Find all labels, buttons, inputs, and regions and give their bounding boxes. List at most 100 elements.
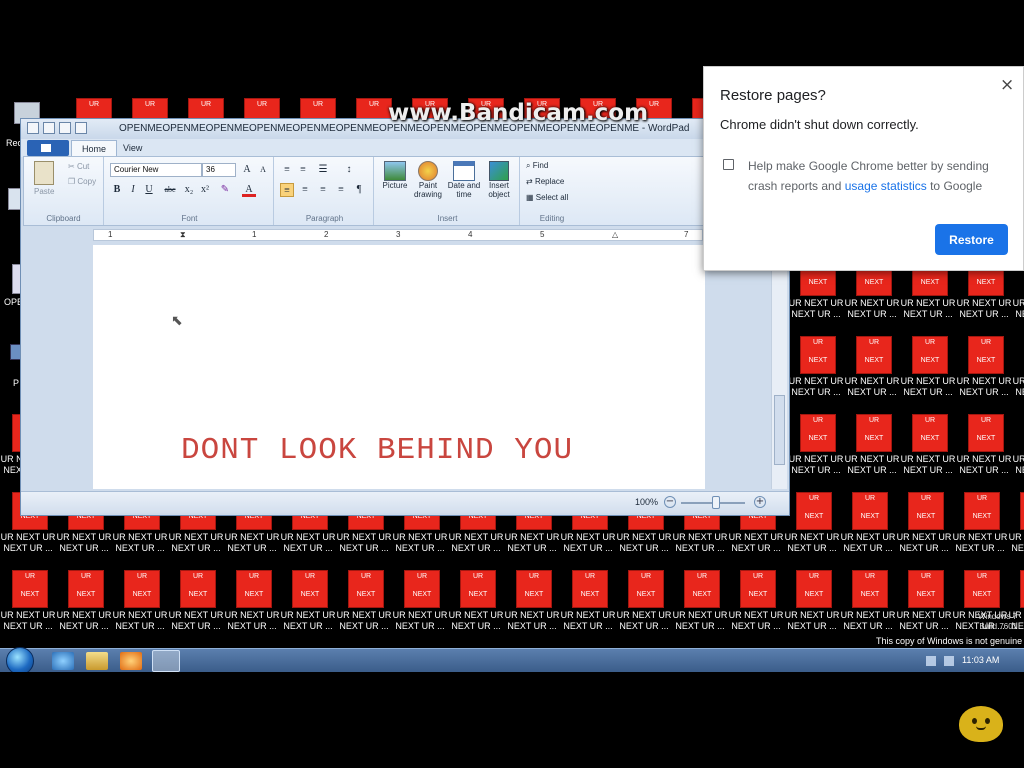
paint-drawing-button[interactable]: Paint drawing — [412, 161, 444, 199]
mascot-icon — [959, 706, 1003, 742]
wordpad-window[interactable]: OPENMEOPENMEOPENMEOPENMEOPENMEOPENMEOPEN… — [20, 118, 790, 516]
subscript-button[interactable]: x₂ — [182, 183, 196, 197]
font-color-icon[interactable]: A — [242, 183, 256, 197]
clock[interactable]: 11:03 AM — [962, 655, 999, 665]
desktop-icon[interactable]: URNEXTUR NEXT URNEXT UR ... — [785, 492, 839, 562]
desktop-icon[interactable]: URNEXTUR NEXT URNEXT UR ... — [505, 570, 559, 640]
bold-button[interactable]: B — [110, 183, 124, 197]
font-family-select[interactable]: Courier New — [110, 163, 202, 177]
desktop-icon[interactable]: URNEXTUR NEXT URNEXT UR ... — [729, 570, 783, 640]
desktop-icon[interactable]: URNEXTUR NEXT URNEXT UR ... — [841, 492, 895, 562]
network-icon[interactable] — [926, 656, 936, 666]
cut-button[interactable]: ✂ Cut — [68, 162, 89, 171]
desktop-icon[interactable]: URNEXTUR NEXT URNEXT UR ... — [957, 336, 1011, 406]
media-player-icon[interactable] — [120, 652, 142, 670]
wordpad-taskbar-button[interactable] — [152, 650, 180, 672]
line-spacing-icon[interactable]: ↕ — [342, 163, 356, 177]
desktop-icon[interactable]: URNEXTUR NEXT URNEXT UR ... — [953, 492, 1007, 562]
desktop-icon[interactable]: URNEXTUR NEXT URNEXT UR ... — [1013, 336, 1024, 406]
status-bar: 100% − + — [21, 491, 789, 513]
select-all-button[interactable]: ▦ Select all — [526, 193, 568, 202]
underline-button[interactable]: U — [142, 183, 156, 197]
undo-icon[interactable] — [59, 122, 71, 134]
icon-caption-line: UR NEXT UR — [224, 532, 280, 542]
restore-button[interactable]: Restore — [935, 224, 1008, 255]
font-size-select[interactable]: 36 — [202, 163, 236, 177]
align-right-icon[interactable]: ≡ — [316, 183, 330, 197]
icon-caption-line: NEXT UR ... — [1015, 465, 1024, 475]
paragraph-icon[interactable]: ¶ — [352, 183, 366, 197]
icon-caption-line: UR NEXT UR — [952, 532, 1008, 542]
highlight-icon[interactable]: ✎ — [218, 183, 232, 197]
desktop-icon[interactable]: URNEXTUR NEXT URNEXT UR ... — [281, 570, 335, 640]
align-left-icon[interactable]: ≡ — [280, 183, 294, 197]
shrink-font-icon[interactable]: A — [256, 163, 270, 177]
copy-button[interactable]: ❐ Copy — [68, 177, 96, 186]
desktop-icon[interactable]: URNEXTUR NEXT URNEXT UR ... — [1013, 414, 1024, 484]
ruler[interactable]: 1 ⧗ 1 2 3 4 5 △ 7 — [93, 229, 703, 241]
justify-icon[interactable]: ≡ — [334, 183, 348, 197]
paste-button[interactable]: Paste — [34, 161, 54, 196]
close-icon[interactable]: × — [1000, 75, 1014, 95]
vertical-scrollbar[interactable] — [771, 245, 787, 489]
desktop-icon[interactable]: URNEXTUR NEXT URNEXT UR ... — [897, 492, 951, 562]
crash-report-checkbox[interactable] — [723, 159, 734, 170]
replace-button[interactable]: ⇄ Replace — [526, 177, 564, 186]
scrollbar-thumb[interactable] — [774, 395, 785, 465]
increase-indent-icon[interactable]: ≡ — [296, 163, 310, 177]
desktop-icon[interactable]: URNEXTUR NEXT URNEXT UR ... — [897, 570, 951, 640]
zoom-out-icon[interactable]: − — [664, 496, 676, 508]
grow-font-icon[interactable]: A — [240, 163, 254, 177]
desktop-icon[interactable]: URNEXTUR NEXT URNEXT UR ... — [789, 336, 843, 406]
desktop-icon[interactable]: URNEXTUR NEXT URNEXT UR ... — [845, 414, 899, 484]
desktop-icon[interactable]: URNEXTUR NEXT URNEXT UR ... — [169, 570, 223, 640]
italic-button[interactable]: I — [126, 183, 140, 197]
find-label: Find — [532, 161, 549, 170]
desktop-icon[interactable]: URNEXTUR NEXT URNEXT UR ... — [841, 570, 895, 640]
start-button[interactable] — [6, 647, 34, 672]
desktop-icon[interactable]: URNEXTUR NEXT URNEXT UR ... — [393, 570, 447, 640]
insert-object-button[interactable]: Insert object — [482, 161, 516, 199]
desktop-icon[interactable]: URNEXTUR NEXT URNEXT UR ... — [1009, 492, 1024, 562]
icon-caption-line: UR NEXT UR — [784, 532, 840, 542]
app-icon[interactable] — [27, 122, 39, 134]
strikethrough-button[interactable]: abc — [160, 183, 180, 197]
desktop-icon[interactable]: URNEXTUR NEXT URNEXT UR ... — [449, 570, 503, 640]
ruler-right-marker[interactable]: △ — [612, 230, 618, 239]
ruler-indent-marker[interactable]: ⧗ — [180, 230, 186, 240]
volume-icon[interactable] — [944, 656, 954, 666]
ie-icon[interactable] — [52, 652, 74, 670]
desktop-icon[interactable]: URNEXTUR NEXT URNEXT UR ... — [1, 570, 55, 640]
find-button[interactable]: ⌕ Find — [526, 161, 548, 171]
desktop-icon[interactable]: URNEXTUR NEXT URNEXT UR ... — [617, 570, 671, 640]
align-center-icon[interactable]: ≡ — [298, 183, 312, 197]
document-area[interactable]: ⬉ DONT LOOK BEHIND YOU — [93, 245, 705, 489]
desktop-icon[interactable]: URNEXTUR NEXT URNEXT UR ... — [957, 414, 1011, 484]
date-time-button[interactable]: Date and time — [446, 161, 482, 199]
desktop-icon[interactable]: URNEXTUR NEXT URNEXT UR ... — [673, 570, 727, 640]
desktop-icon[interactable]: URNEXTUR NEXT URNEXT UR ... — [113, 570, 167, 640]
desktop-icon[interactable]: URNEXTUR NEXT URNEXT UR ... — [337, 570, 391, 640]
desktop-icon[interactable]: URNEXTUR NEXT URNEXT UR ... — [57, 570, 111, 640]
save-icon[interactable] — [43, 122, 55, 134]
desktop-icon[interactable]: URNEXTUR NEXT URNEXT UR ... — [785, 570, 839, 640]
desktop-icon[interactable]: URNEXTUR NEXT URNEXT UR ... — [845, 336, 899, 406]
desktop-icon[interactable]: URNEXTUR NEXT URNEXT UR ... — [225, 570, 279, 640]
desktop-icon[interactable]: URNEXTUR NEXT URNEXT UR ... — [561, 570, 615, 640]
explorer-icon[interactable] — [86, 652, 108, 670]
superscript-button[interactable]: x² — [198, 183, 212, 197]
file-menu-button[interactable] — [27, 140, 69, 156]
icon-caption: UR NEXT URNEXT UR ... — [390, 532, 450, 554]
zoom-in-icon[interactable]: + — [754, 496, 766, 508]
bullets-icon[interactable]: ☰ — [316, 163, 330, 177]
desktop-icon[interactable]: URNEXTUR NEXT URNEXT UR ... — [901, 336, 955, 406]
picture-button[interactable]: Picture — [380, 161, 410, 190]
desktop-icon[interactable]: URNEXTUR NEXT URNEXT UR ... — [789, 414, 843, 484]
zoom-slider-handle[interactable] — [712, 496, 720, 509]
tab-home[interactable]: Home — [71, 140, 118, 157]
redo-icon[interactable] — [75, 122, 87, 134]
desktop-icon[interactable]: URNEXTUR NEXT URNEXT UR ... — [901, 414, 955, 484]
decrease-indent-icon[interactable]: ≡ — [280, 163, 294, 177]
tab-view[interactable]: View — [113, 140, 152, 157]
usage-statistics-link[interactable]: usage statistics — [845, 179, 927, 193]
